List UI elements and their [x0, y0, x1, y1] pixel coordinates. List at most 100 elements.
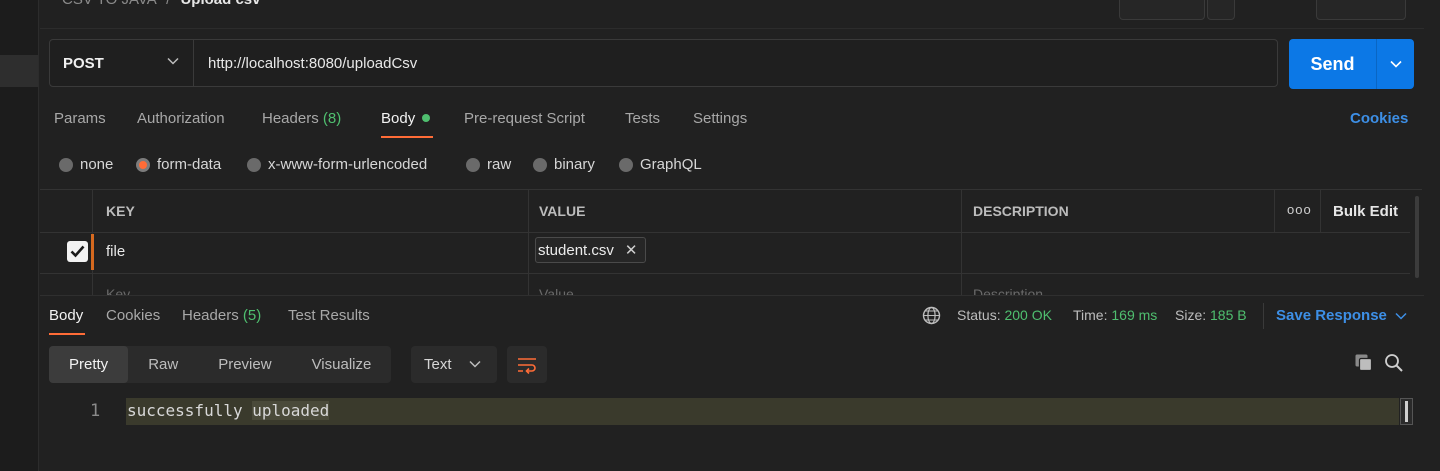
format-select-value: Text: [424, 356, 452, 373]
left-rail-selected-item[interactable]: [0, 55, 38, 87]
radio-label: none: [80, 156, 114, 173]
breadcrumb-parent[interactable]: CSV TO JAVA: [62, 0, 156, 8]
time-label: Time:: [1073, 307, 1108, 323]
line-number: 1: [90, 401, 101, 421]
tab-count-badge: (8): [322, 110, 342, 127]
divider: [40, 28, 1424, 29]
view-mode-pretty[interactable]: Pretty: [49, 346, 129, 383]
search-icon[interactable]: [1384, 353, 1404, 373]
column-divider: [1320, 190, 1321, 232]
row-key-input[interactable]: file: [106, 243, 125, 260]
tab-count-badge: (5): [242, 307, 262, 324]
radio-circle: [247, 157, 261, 172]
active-tab-indicator: [49, 333, 85, 335]
radio-label: form-data: [157, 156, 222, 173]
edit-mode-toggle[interactable]: [1316, 0, 1406, 20]
tab-label: Test Results: [288, 307, 370, 324]
tab-params[interactable]: Params: [54, 110, 106, 127]
method-label: POST: [63, 54, 104, 72]
column-header-key: KEY: [106, 203, 135, 219]
chevron-down-icon: [1395, 312, 1407, 320]
save-response-button[interactable]: Save Response: [1276, 307, 1407, 324]
radio-binary[interactable]: binary: [533, 156, 595, 173]
radio-circle: [619, 157, 633, 172]
save-request-button[interactable]: [1119, 0, 1205, 20]
active-dot-icon: [422, 114, 431, 122]
method-select[interactable]: POST: [50, 40, 194, 86]
radio-circle: [59, 157, 73, 172]
table-scrollbar[interactable]: [1415, 196, 1419, 278]
column-options-button[interactable]: ooo: [1287, 202, 1312, 217]
status-label: Status:: [957, 307, 1001, 323]
size-readout[interactable]: Size: 185 B: [1175, 307, 1247, 323]
url-input[interactable]: http://localhost:8080/uploadCsv: [208, 55, 417, 72]
view-mode-preview[interactable]: Preview: [198, 346, 291, 383]
time-readout[interactable]: Time: 169 ms: [1073, 307, 1157, 323]
cookies-link[interactable]: Cookies: [1350, 110, 1408, 127]
row-enabled-checkbox[interactable]: [67, 241, 88, 262]
row-drag-handle[interactable]: [91, 234, 94, 270]
radio-none[interactable]: none: [59, 156, 113, 173]
tab-authorization[interactable]: Authorization: [137, 110, 225, 127]
close-icon[interactable]: ✕: [625, 241, 638, 259]
tab-label: Params: [54, 110, 106, 127]
tab-label: Authorization: [137, 110, 225, 127]
breadcrumb: CSV TO JAVA / Upload csv: [62, 0, 260, 8]
more-actions-button[interactable]: [1241, 0, 1287, 20]
radio-circle: [466, 157, 480, 172]
response-body-text[interactable]: successfully uploaded: [127, 401, 330, 420]
column-divider: [961, 190, 962, 296]
bulk-edit-button[interactable]: Bulk Edit: [1333, 203, 1398, 220]
tab-label: Pre-request Script: [464, 110, 585, 127]
response-tab-cookies[interactable]: Cookies: [106, 307, 160, 324]
tab-label: Body: [49, 307, 84, 324]
radio-circle: [533, 157, 547, 172]
response-word-highlighted: uploaded: [252, 401, 330, 420]
radio-x-www-form-urlencoded[interactable]: x-www-form-urlencoded: [247, 156, 427, 173]
tab-pre-request-script[interactable]: Pre-request Script: [464, 110, 585, 127]
chevron-down-icon: [469, 360, 481, 368]
tab-tests[interactable]: Tests: [625, 110, 660, 127]
send-options-button[interactable]: [1377, 39, 1414, 89]
radio-label: x-www-form-urlencoded: [268, 156, 428, 173]
editor-scrollbar[interactable]: [1400, 398, 1413, 425]
radio-form-data[interactable]: form-data: [136, 156, 221, 173]
tab-settings[interactable]: Settings: [693, 110, 747, 127]
globe-icon[interactable]: [922, 306, 941, 325]
tab-body[interactable]: Body: [381, 110, 431, 127]
copy-icon[interactable]: [1354, 353, 1374, 373]
save-options-button[interactable]: [1207, 0, 1235, 20]
breadcrumb-separator: /: [166, 0, 170, 8]
radio-label: GraphQL: [640, 156, 702, 173]
radio-label: raw: [487, 156, 512, 173]
chevron-down-icon: [1389, 60, 1402, 68]
response-tab-test-results[interactable]: Test Results: [288, 307, 370, 324]
column-header-value: VALUE: [539, 203, 586, 219]
tab-headers[interactable]: Headers (8): [262, 110, 341, 127]
response-tab-headers[interactable]: Headers (5): [182, 307, 261, 324]
radio-graphql[interactable]: GraphQL: [619, 156, 702, 173]
radio-circle-selected: [136, 157, 150, 172]
tab-label: Cookies: [106, 307, 161, 324]
file-name: student.csv: [538, 241, 614, 259]
form-data-table: KEY VALUE DESCRIPTION ooo Bulk Edit file…: [40, 189, 1422, 296]
wrap-lines-button[interactable]: [507, 346, 547, 383]
view-mode-visualize[interactable]: Visualize: [292, 346, 392, 383]
breadcrumb-current[interactable]: Upload csv: [180, 0, 260, 8]
tab-label: Settings: [693, 110, 748, 127]
size-label: Size:: [1175, 307, 1207, 323]
left-rail: [0, 0, 39, 471]
scroll-thumb[interactable]: [1405, 401, 1408, 422]
send-button[interactable]: Send: [1289, 39, 1414, 89]
file-chip[interactable]: student.csv ✕: [535, 237, 647, 263]
response-divider: [40, 295, 1424, 296]
row-divider: [40, 273, 1410, 274]
format-select[interactable]: Text: [411, 346, 497, 383]
view-mode-raw[interactable]: Raw: [128, 346, 198, 383]
response-tab-body[interactable]: Body: [49, 307, 83, 324]
column-header-description: DESCRIPTION: [973, 203, 1069, 219]
save-response-label: Save Response: [1276, 307, 1387, 324]
status-readout[interactable]: Status: 200 OK: [957, 307, 1052, 323]
tab-label: Body: [381, 110, 416, 127]
radio-raw[interactable]: raw: [466, 156, 511, 173]
